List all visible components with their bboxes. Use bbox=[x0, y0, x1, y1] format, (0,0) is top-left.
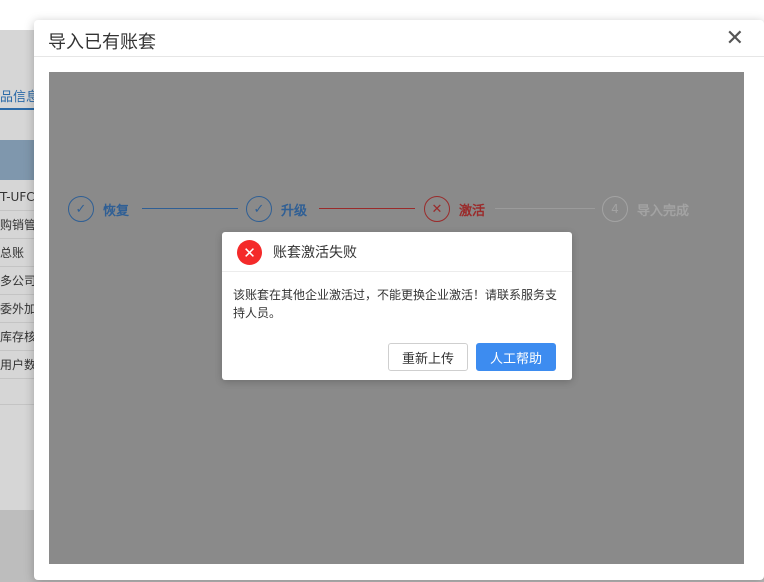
step-upgrade: ✓ 升级 bbox=[246, 195, 307, 223]
reupload-button[interactable]: 重新上传 bbox=[388, 343, 468, 371]
step-connector bbox=[142, 208, 238, 209]
close-circle-icon: ✕ bbox=[424, 196, 450, 222]
check-icon: ✓ bbox=[68, 196, 94, 222]
step-import-complete: 4 导入完成 bbox=[602, 195, 689, 223]
step-number-icon: 4 bbox=[602, 196, 628, 222]
step-label: 导入完成 bbox=[637, 203, 690, 219]
dialog-message: 该账套在其他企业激活过，不能更换企业激活！请联系服务支持人员。 bbox=[233, 288, 558, 320]
step-restore: ✓ 恢复 bbox=[68, 195, 129, 223]
dialog-header: ✕ 账套激活失败 bbox=[222, 232, 572, 272]
step-label: 恢复 bbox=[103, 203, 130, 219]
dialog-title: 账套激活失败 bbox=[273, 245, 357, 261]
step-label: 升级 bbox=[281, 203, 308, 219]
import-steps: ✓ 恢复 ✓ 升级 ✕ 激活 4 导入完成 bbox=[68, 195, 698, 223]
background-tab-underline bbox=[0, 108, 34, 110]
step-activate: ✕ 激活 bbox=[424, 195, 485, 223]
modal-header-divider bbox=[34, 56, 764, 57]
step-connector bbox=[319, 208, 415, 209]
modal-title: 导入已有账套 bbox=[48, 32, 156, 53]
check-icon: ✓ bbox=[246, 196, 272, 222]
error-circle-icon: ✕ bbox=[237, 240, 262, 265]
activation-failed-dialog: ✕ 账套激活失败 该账套在其他企业激活过，不能更换企业激活！请联系服务支持人员。… bbox=[222, 232, 572, 380]
close-icon[interactable]: ✕ bbox=[726, 26, 744, 52]
step-connector bbox=[495, 208, 595, 209]
manual-help-button[interactable]: 人工帮助 bbox=[476, 343, 556, 371]
step-label: 激活 bbox=[459, 203, 486, 219]
